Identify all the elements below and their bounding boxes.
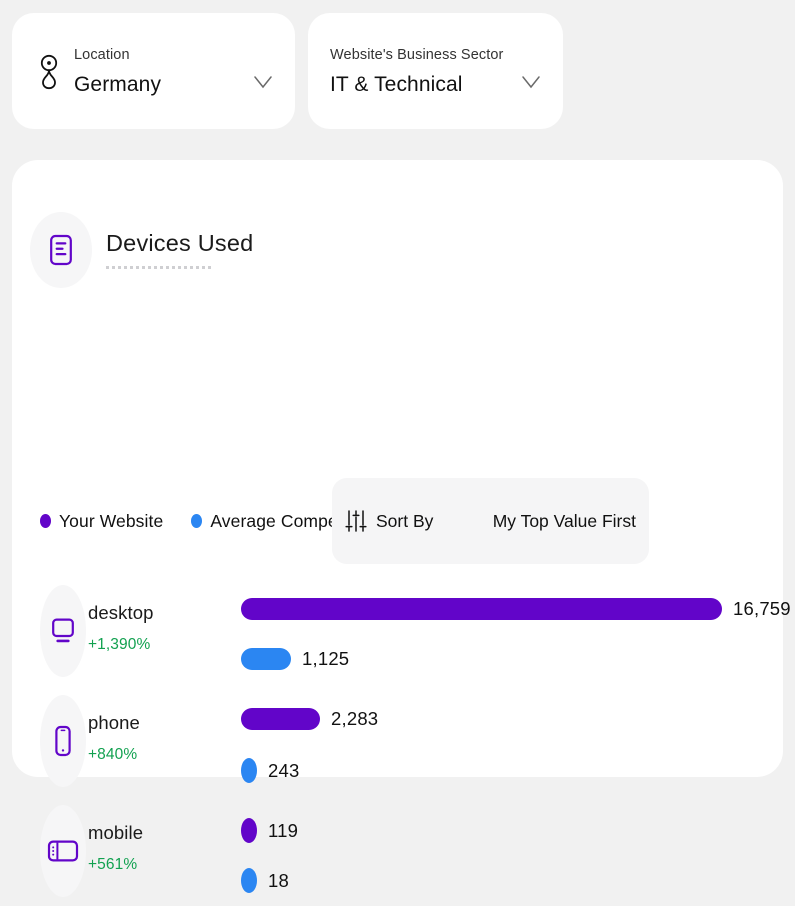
tablet-icon — [40, 805, 86, 897]
sliders-icon — [345, 509, 367, 533]
bar-value-primary: 2,283 — [331, 708, 379, 729]
device-delta: +561% — [88, 856, 138, 873]
bar-value-primary: 16,759 — [733, 598, 791, 619]
bar-value-secondary: 18 — [268, 869, 289, 891]
sector-filter-value: IT & Technical — [330, 72, 463, 96]
legend-item-your-website[interactable]: Your Website — [40, 478, 163, 564]
bar-primary[interactable] — [241, 818, 257, 843]
row-bars: 2,283 243 — [241, 686, 783, 796]
sort-by-control[interactable]: Sort By My Top Value First — [332, 478, 649, 564]
table-row[interactable]: desktop +1,390% 16,759 1,125 — [12, 576, 791, 686]
page-title: Devices Used — [106, 230, 254, 257]
legend-dot-primary — [40, 514, 51, 528]
device-rows: desktop +1,390% 16,759 1,125 phone +840%… — [12, 576, 791, 906]
device-delta: +840% — [88, 746, 138, 763]
legend-dot-secondary — [191, 514, 203, 528]
sector-filter-card[interactable]: Website's Business Sector IT & Technical — [308, 13, 563, 129]
bar-value-secondary: 243 — [268, 759, 300, 781]
table-row[interactable]: phone +840% 2,283 243 — [12, 686, 783, 796]
sector-filter-label: Website's Business Sector — [330, 47, 504, 64]
sort-by-value[interactable]: My Top Value First — [493, 511, 636, 532]
row-bars: 16,759 1,125 — [241, 576, 791, 686]
location-filter-label: Location — [74, 47, 130, 64]
card-header: Devices Used — [30, 212, 253, 288]
device-delta: +1,390% — [88, 636, 151, 653]
device-name: phone — [88, 712, 140, 733]
sort-by-label: Sort By — [376, 510, 434, 531]
sector-filter-text: Website's Business Sector IT & Technical — [330, 46, 503, 96]
device-name: mobile — [88, 822, 144, 843]
document-report-icon — [30, 212, 92, 288]
row-labels: mobile +561% — [88, 822, 143, 873]
row-bars: 119 18 — [241, 796, 783, 906]
chevron-down-icon[interactable] — [521, 75, 541, 89]
bar-primary[interactable] — [241, 708, 320, 730]
bar-primary[interactable] — [241, 598, 722, 620]
device-name: desktop — [88, 602, 154, 623]
bar-line-secondary: 18 — [241, 868, 289, 893]
legend-label: Your Website — [59, 510, 164, 531]
bar-line-secondary: 1,125 — [241, 648, 349, 670]
chevron-down-icon[interactable] — [253, 75, 273, 89]
bar-secondary[interactable] — [241, 758, 257, 783]
row-labels: phone +840% — [88, 712, 140, 763]
location-filter-text: Location Germany — [74, 46, 161, 96]
location-filter-card[interactable]: Location Germany — [12, 13, 295, 129]
bar-line-primary: 2,283 — [241, 708, 378, 730]
table-row[interactable]: mobile +561% 119 18 — [12, 796, 783, 906]
location-pin-icon — [28, 50, 70, 92]
monitor-icon — [40, 585, 86, 677]
bar-value-secondary: 1,125 — [302, 648, 350, 669]
devices-used-card: Devices Used Your Website Average Compet… — [12, 160, 791, 897]
row-labels: desktop +1,390% — [88, 602, 154, 653]
bar-line-primary: 16,759 — [241, 598, 791, 620]
filter-bar: Location Germany Website's Business Sect… — [12, 13, 563, 129]
title-dotted-underline — [106, 265, 212, 269]
bar-line-secondary: 243 — [241, 758, 299, 783]
phone-icon — [40, 695, 86, 787]
bar-secondary[interactable] — [241, 648, 291, 670]
location-filter-value: Germany — [74, 72, 162, 96]
bar-secondary[interactable] — [241, 868, 257, 893]
bar-line-primary: 119 — [241, 818, 298, 843]
bar-value-primary: 119 — [268, 819, 299, 841]
card-title-wrap: Devices Used — [106, 230, 254, 269]
